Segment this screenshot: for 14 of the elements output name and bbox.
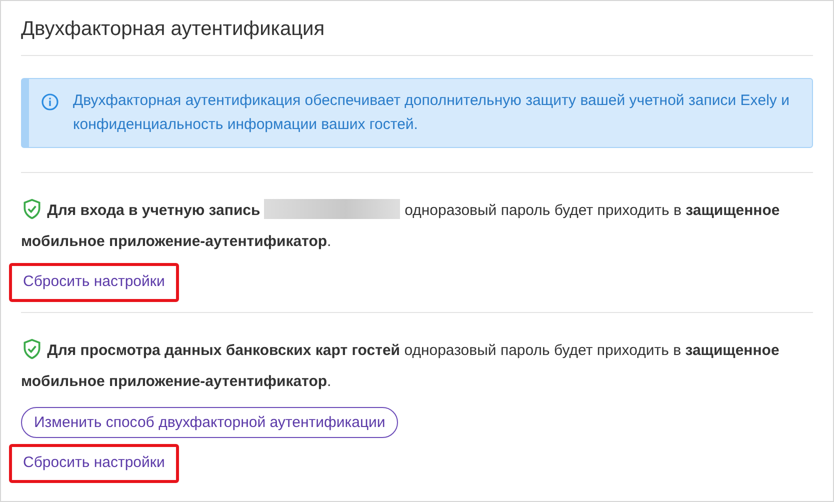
shield-check-icon — [21, 198, 43, 220]
reset-settings-link[interactable]: Сбросить настройки — [9, 444, 179, 483]
section-description: мобильное приложение-аутентификатор. — [21, 232, 332, 252]
reset-settings-link[interactable]: Сбросить настройки — [9, 263, 179, 302]
change-method-button[interactable]: Изменить способ двухфакторной аутентификации — [21, 407, 398, 438]
alert-text: Двухфакторная аутентификация обеспечивает дополнительную защиту вашей учетной записи Exely и конфиденциальность информации ваших гостей. — [73, 91, 790, 135]
info-icon — [41, 93, 59, 111]
page-title: Двухфакторная аутентификация — [21, 1, 813, 56]
section-description: одноразовый пароль будет приходить в защищенное — [404, 202, 780, 219]
section-description: одноразовый пароль будет приходить в защищенное — [404, 342, 780, 359]
section-description: мобильное приложение-аутентификатор. — [21, 372, 332, 392]
section-lead-text: Для просмотра данных банковских карт гостей — [47, 342, 400, 359]
section-lead-text: Для входа в учетную запись — [47, 202, 260, 219]
shield-check-icon — [21, 338, 43, 360]
